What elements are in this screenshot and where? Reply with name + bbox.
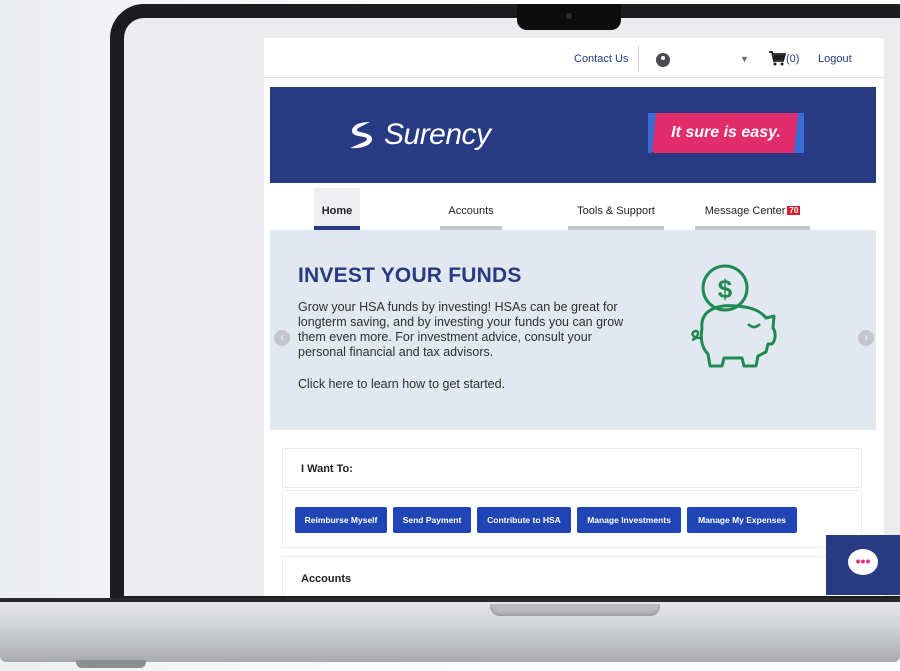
tab-label: Message Center [704, 205, 786, 217]
accounts-card: Accounts [282, 556, 862, 596]
hero-body: Grow your HSA funds by investing! HSAs c… [298, 300, 624, 359]
quick-action-buttons: Reimburse Myself Send Payment Contribute… [295, 507, 855, 533]
laptop-groove [490, 604, 660, 616]
main-nav: Home Accounts Tools & Support Message Ce… [270, 188, 876, 230]
svg-text:$: $ [718, 274, 733, 304]
message-count-badge: 70 [787, 206, 801, 215]
tab-message-center[interactable]: Message Center 70 [695, 188, 810, 230]
reimburse-myself-button[interactable]: Reimburse Myself [295, 507, 387, 533]
i-want-to-title: I Want To: [301, 463, 353, 475]
contribute-to-hsa-button[interactable]: Contribute to HSA [477, 507, 571, 533]
chevron-down-icon[interactable]: ▼ [740, 54, 749, 64]
quick-actions: Reimburse Myself Send Payment Contribute… [282, 490, 862, 548]
i-want-to-header: I Want To: [282, 448, 862, 488]
tab-label: Home [321, 205, 353, 217]
hero-learn-more-link[interactable]: Click here to learn how to get started. [298, 377, 505, 391]
tab-home[interactable]: Home [314, 188, 360, 230]
laptop-foot [76, 660, 146, 668]
surency-mark-icon [350, 122, 372, 149]
user-icon[interactable] [656, 53, 670, 67]
hero-title: INVEST YOUR FUNDS [298, 264, 522, 287]
tab-label: Tools & Support [577, 205, 655, 217]
tagline: It sure is easy. [648, 113, 804, 153]
divider [638, 46, 639, 72]
tab-tools-support[interactable]: Tools & Support [568, 188, 664, 230]
chat-icon: ••• [848, 549, 878, 575]
manage-investments-button[interactable]: Manage Investments [577, 507, 681, 533]
hero-carousel: INVEST YOUR FUNDS Grow your HSA funds by… [270, 230, 876, 430]
laptop-base [0, 602, 900, 662]
stage: Contact Us ▼ (0) Logout Surency It sure … [0, 0, 900, 671]
accounts-title: Accounts [301, 573, 352, 585]
logout-link[interactable]: Logout [818, 53, 852, 65]
camera [566, 13, 572, 19]
surency-logo[interactable]: Surency [344, 115, 491, 155]
top-bar: Contact Us ▼ (0) Logout [264, 38, 884, 78]
cart-count: (0) [786, 53, 800, 65]
chevron-right-icon[interactable]: › [858, 330, 874, 346]
web-page: Contact Us ▼ (0) Logout Surency It sure … [264, 38, 884, 596]
cart-icon[interactable] [768, 50, 786, 66]
logo-text: Surency [384, 118, 491, 151]
laptop-screen: Contact Us ▼ (0) Logout Surency It sure … [124, 18, 900, 596]
camera-notch [517, 4, 621, 30]
contact-us-link[interactable]: Contact Us [574, 53, 628, 65]
tab-accounts[interactable]: Accounts [440, 188, 502, 230]
chat-widget[interactable]: ••• [826, 535, 900, 595]
send-payment-button[interactable]: Send Payment [393, 507, 471, 533]
tab-label: Accounts [448, 205, 494, 217]
piggy-bank-icon: $ [691, 264, 777, 368]
tagline-text: It sure is easy. [671, 124, 781, 141]
manage-my-expenses-button[interactable]: Manage My Expenses [687, 507, 797, 533]
brand-banner: Surency It sure is easy. [270, 87, 876, 183]
chevron-left-icon[interactable]: ‹ [274, 330, 290, 346]
